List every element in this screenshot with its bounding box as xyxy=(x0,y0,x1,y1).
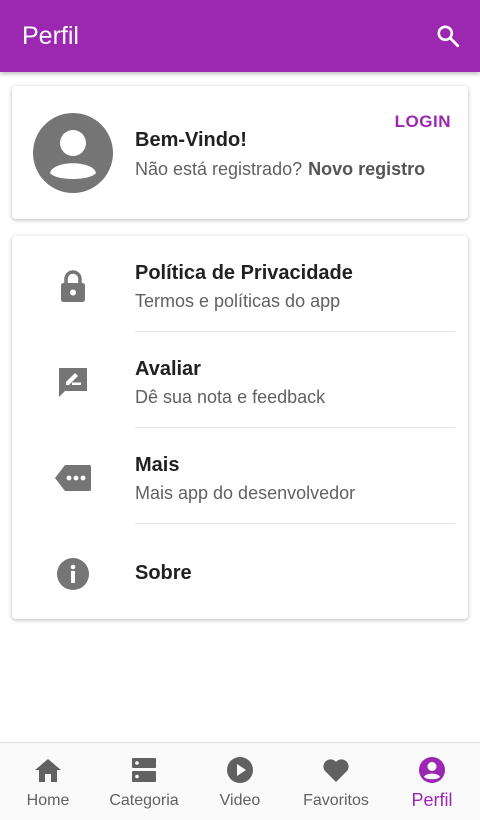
page-title: Perfil xyxy=(22,22,79,50)
register-prompt: Não está registrado? Novo registro xyxy=(135,159,425,180)
menu-item-title: Política de Privacidade xyxy=(135,262,353,284)
nav-perfil[interactable]: Perfil xyxy=(384,743,480,820)
account-circle-icon xyxy=(418,756,446,784)
menu-item-desc: Termos e políticas do app xyxy=(135,291,341,311)
nav-label: Video xyxy=(219,792,261,809)
nav-favoritos[interactable]: Favoritos xyxy=(288,743,384,820)
category-icon xyxy=(130,756,158,784)
home-icon xyxy=(34,756,62,784)
menu-item-title: Sobre xyxy=(135,562,192,584)
search-button[interactable] xyxy=(432,20,464,52)
nav-label: Perfil xyxy=(411,790,453,810)
welcome-text: Bem-Vindo! xyxy=(135,129,247,151)
menu-item-desc: Mais app do desenvolvedor xyxy=(135,483,356,503)
account-circle-icon xyxy=(33,113,113,193)
rate-review-icon xyxy=(53,362,93,402)
menu-item-title: Avaliar xyxy=(135,358,201,380)
menu-item-desc: Dê sua nota e feedback xyxy=(135,387,326,407)
not-registered-text: Não está registrado? xyxy=(135,159,303,179)
menu-item-title: Mais xyxy=(135,454,180,476)
nav-label: Home xyxy=(26,792,70,809)
nav-label: Favoritos xyxy=(303,792,369,809)
profile-card: Bem-Vindo! Não está registrado? Novo regi… xyxy=(12,86,468,219)
more-label-icon xyxy=(53,458,93,498)
new-register-link[interactable]: Novo registro xyxy=(308,159,425,179)
bottom-navigation: Home Categoria Video Favoritos Perfil xyxy=(0,742,480,820)
menu-item-rate[interactable]: Avaliar Dê sua nota e feedback xyxy=(12,332,468,428)
lock-icon xyxy=(53,266,93,306)
menu-item-privacy[interactable]: Política de Privacidade Termos e polític… xyxy=(12,236,468,332)
login-button[interactable]: LOGIN xyxy=(395,112,451,132)
menu-item-more[interactable]: Mais Mais app do desenvolvedor xyxy=(12,428,468,524)
menu-card: Política de Privacidade Termos e polític… xyxy=(12,236,468,619)
nav-home[interactable]: Home xyxy=(0,743,96,820)
search-icon xyxy=(437,25,460,48)
nav-video[interactable]: Video xyxy=(192,743,288,820)
menu-item-about[interactable]: Sobre xyxy=(12,524,468,620)
app-bar: Perfil xyxy=(0,0,480,72)
nav-label: Categoria xyxy=(109,792,179,809)
nav-categoria[interactable]: Categoria xyxy=(96,743,192,820)
heart-icon xyxy=(322,756,350,784)
info-icon xyxy=(53,554,93,594)
play-circle-icon xyxy=(226,756,254,784)
